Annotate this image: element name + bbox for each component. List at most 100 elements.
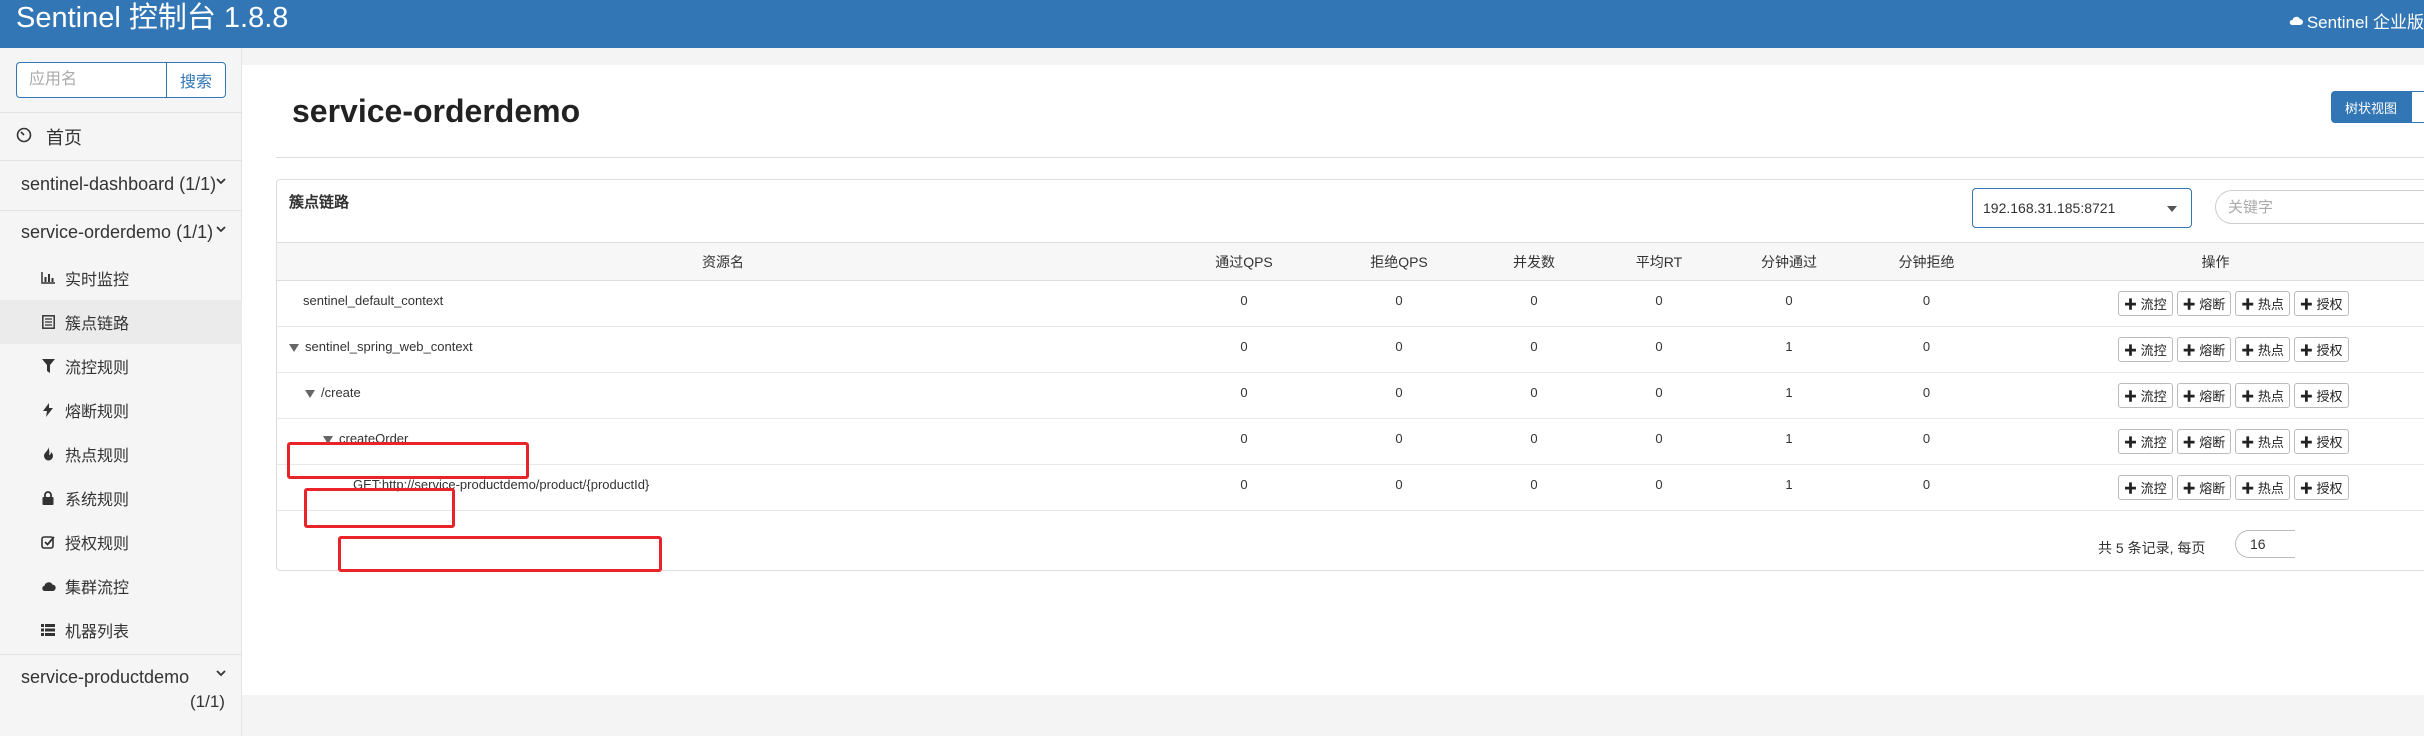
caret-down-icon[interactable] bbox=[305, 389, 315, 398]
add-flow-rule-button[interactable]: ✚ 流控 bbox=[2118, 475, 2173, 500]
add-flow-rule-button[interactable]: ✚ 流控 bbox=[2118, 429, 2173, 454]
keyword-search-input[interactable] bbox=[2215, 190, 2424, 224]
add-degrade-rule-button[interactable]: ✚ 熔断 bbox=[2176, 475, 2232, 500]
cell-avg-rt: 0 bbox=[1589, 418, 1729, 465]
column-header: 并发数 bbox=[1479, 242, 1589, 281]
cell-block-qps: 0 bbox=[1319, 280, 1479, 327]
column-header: 通过QPS bbox=[1169, 242, 1319, 281]
cell-minute-pass: 0 bbox=[1729, 280, 1849, 327]
sidebar-item-label: 机器列表 bbox=[65, 624, 130, 641]
brand-title[interactable]: Sentinel 控制台 1.8.8 bbox=[16, 1, 288, 35]
check-icon bbox=[40, 534, 56, 550]
add-authority-rule-button[interactable]: ✚ 授权 bbox=[2293, 337, 2349, 362]
table-row: /create 0 0 0 0 1 0 ✚ 流控 ✚ 熔断 ✚ 热点 ✚ 授权 bbox=[277, 372, 2424, 419]
app-search-button[interactable]: 搜索 bbox=[166, 62, 226, 98]
app-service-productdemo[interactable]: service-productdemo bbox=[21, 667, 189, 688]
cell-avg-rt: 0 bbox=[1589, 280, 1729, 327]
app-service-orderdemo[interactable]: service-orderdemo (1/1) bbox=[21, 222, 213, 243]
sidebar-item-authority-rules[interactable]: 授权规则 bbox=[0, 520, 242, 564]
divider bbox=[0, 112, 242, 113]
sidebar-item-cluster-point-link[interactable]: 簇点链路 bbox=[0, 300, 242, 344]
cloud-icon bbox=[40, 578, 56, 594]
page-size-input[interactable]: 16 bbox=[2235, 530, 2295, 558]
chevron-down-icon[interactable] bbox=[214, 222, 228, 236]
column-header: 资源名 bbox=[277, 242, 1169, 281]
column-header: 分钟通过 bbox=[1729, 242, 1849, 281]
cell-ops: ✚ 流控 ✚ 熔断 ✚ 热点 ✚ 授权 bbox=[2004, 464, 2424, 511]
table-header-row: 资源名 通过QPS 拒绝QPS 并发数 平均RT 分钟通过 分钟拒绝 操作 bbox=[277, 242, 2424, 281]
add-degrade-rule-button[interactable]: ✚ 熔断 bbox=[2176, 429, 2232, 454]
divider bbox=[0, 160, 242, 161]
resource-name[interactable]: sentinel_default_context bbox=[277, 280, 1169, 327]
cell-concurrency: 0 bbox=[1479, 372, 1589, 419]
add-hotspot-rule-button[interactable]: ✚ 热点 bbox=[2235, 383, 2290, 408]
app-search-input[interactable] bbox=[16, 62, 166, 98]
add-hotspot-rule-button[interactable]: ✚ 热点 bbox=[2235, 337, 2290, 362]
add-authority-rule-button[interactable]: ✚ 授权 bbox=[2293, 429, 2349, 454]
resource-name-text: sentinel_default_context bbox=[303, 293, 444, 308]
add-flow-rule-button[interactable]: ✚ 流控 bbox=[2118, 291, 2173, 316]
add-flow-rule-button[interactable]: ✚ 流控 bbox=[2118, 383, 2173, 408]
sidebar-item-label: 簇点链路 bbox=[65, 316, 130, 333]
resource-name[interactable]: /create bbox=[277, 372, 1169, 419]
pagination-summary: 共 5 条记录, 每页 bbox=[2098, 540, 2206, 556]
sidebar-item-flow-rules[interactable]: 流控规则 bbox=[0, 344, 242, 388]
app-sentinel-dashboard[interactable]: sentinel-dashboard (1/1) bbox=[21, 174, 216, 195]
cell-concurrency: 0 bbox=[1479, 418, 1589, 465]
add-authority-rule-button[interactable]: ✚ 授权 bbox=[2293, 291, 2349, 316]
cell-ops: ✚ 流控 ✚ 熔断 ✚ 热点 ✚ 授权 bbox=[2004, 372, 2424, 419]
add-degrade-rule-button[interactable]: ✚ 熔断 bbox=[2176, 291, 2232, 316]
resource-table: 资源名 通过QPS 拒绝QPS 并发数 平均RT 分钟通过 分钟拒绝 操作 se… bbox=[277, 242, 2424, 511]
sidebar-item-label: 熔断规则 bbox=[65, 404, 130, 421]
cell-pass-qps: 0 bbox=[1169, 280, 1319, 327]
sidebar-item-system-rules[interactable]: 系统规则 bbox=[0, 476, 242, 520]
sidebar-item-label: 实时监控 bbox=[65, 272, 130, 289]
sidebar-item-label: 热点规则 bbox=[65, 448, 130, 465]
filter-icon bbox=[40, 358, 56, 374]
cell-minute-pass: 1 bbox=[1729, 418, 1849, 465]
tree-view-button[interactable]: 树状视图 bbox=[2331, 91, 2411, 123]
flash-icon bbox=[40, 402, 56, 418]
cell-ops: ✚ 流控 ✚ 熔断 ✚ 热点 ✚ 授权 bbox=[2004, 418, 2424, 465]
add-authority-rule-button[interactable]: ✚ 授权 bbox=[2293, 383, 2349, 408]
machine-select[interactable]: 192.168.31.185:8721 bbox=[1972, 188, 2192, 228]
cell-concurrency: 0 bbox=[1479, 326, 1589, 373]
sidebar-item-home[interactable]: 首页 bbox=[16, 122, 82, 152]
sidebar-item-degrade-rules[interactable]: 熔断规则 bbox=[0, 388, 242, 432]
add-degrade-rule-button[interactable]: ✚ 熔断 bbox=[2176, 337, 2232, 362]
cell-ops: ✚ 流控 ✚ 熔断 ✚ 热点 ✚ 授权 bbox=[2004, 280, 2424, 327]
add-hotspot-rule-button[interactable]: ✚ 热点 bbox=[2235, 475, 2290, 500]
add-hotspot-rule-button[interactable]: ✚ 热点 bbox=[2235, 429, 2290, 454]
cell-ops: ✚ 流控 ✚ 熔断 ✚ 热点 ✚ 授权 bbox=[2004, 326, 2424, 373]
add-flow-rule-button[interactable]: ✚ 流控 bbox=[2118, 337, 2173, 362]
app-count: (1/1) bbox=[176, 222, 214, 242]
add-degrade-rule-button[interactable]: ✚ 熔断 bbox=[2176, 383, 2232, 408]
sidebar: 搜索 首页 sentinel-dashboard (1/1) service-o… bbox=[0, 48, 242, 736]
cell-block-qps: 0 bbox=[1319, 464, 1479, 511]
cell-minute-block: 0 bbox=[1849, 280, 2004, 327]
chevron-down-icon[interactable] bbox=[214, 666, 228, 680]
list-icon bbox=[40, 314, 56, 330]
sidebar-item-machine-list[interactable]: 机器列表 bbox=[0, 608, 242, 652]
top-navbar: Sentinel 控制台 1.8.8 Sentinel 企业版 bbox=[0, 0, 2424, 48]
sidebar-item-realtime-monitor[interactable]: 实时监控 bbox=[0, 256, 242, 300]
app-count: (1/1) bbox=[179, 174, 217, 194]
add-authority-rule-button[interactable]: ✚ 授权 bbox=[2293, 475, 2349, 500]
add-hotspot-rule-button[interactable]: ✚ 热点 bbox=[2235, 291, 2290, 316]
chevron-down-icon[interactable] bbox=[214, 174, 228, 188]
divider bbox=[0, 210, 242, 211]
sidebar-item-label: 系统规则 bbox=[65, 492, 130, 509]
resource-name[interactable]: sentinel_spring_web_context bbox=[277, 326, 1169, 373]
enterprise-link[interactable]: Sentinel 企业版 bbox=[2289, 8, 2424, 33]
caret-down-icon[interactable] bbox=[289, 343, 299, 352]
sidebar-item-cluster-flow[interactable]: 集群流控 bbox=[0, 564, 242, 608]
sidebar-item-label: 授权规则 bbox=[65, 536, 130, 553]
list-view-button[interactable] bbox=[2411, 91, 2424, 123]
sidebar-item-hotspot-rules[interactable]: 热点规则 bbox=[0, 432, 242, 476]
divider bbox=[0, 654, 242, 655]
resource-card: 簇点链路 192.168.31.185:8721 资源名 通过QPS 拒绝QPS… bbox=[276, 179, 2424, 572]
cell-pass-qps: 0 bbox=[1169, 372, 1319, 419]
sidebar-item-label: 首页 bbox=[46, 128, 82, 148]
cell-minute-pass: 1 bbox=[1729, 326, 1849, 373]
cell-concurrency: 0 bbox=[1479, 464, 1589, 511]
